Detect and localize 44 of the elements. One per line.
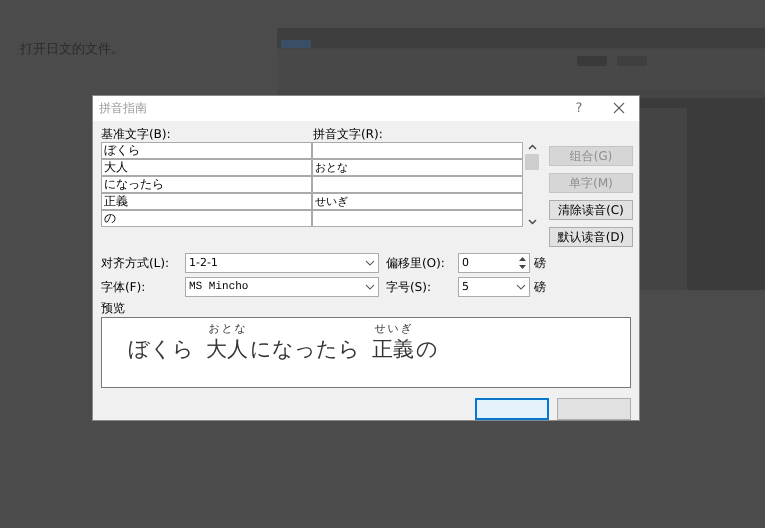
offset-spinner[interactable]: 0 <box>458 252 530 273</box>
side-button[interactable]: 默认读音(D) <box>549 226 633 247</box>
field-label: 字体(F): <box>101 278 146 296</box>
close-icon[interactable] <box>613 102 625 114</box>
ruby-reading: おとな <box>208 322 248 336</box>
field-label: 偏移里(O): <box>385 254 446 272</box>
window-title: 拼音指南 <box>99 100 148 118</box>
chevron-icon <box>516 284 526 290</box>
base-text-cell[interactable]: 正義 <box>101 192 312 210</box>
dialog-button[interactable] <box>475 398 549 420</box>
dialog-button[interactable] <box>557 398 631 420</box>
scroll-up-icon[interactable] <box>528 144 536 150</box>
font-dropdown[interactable]: MS Mincho <box>185 276 379 297</box>
ruby-text-cell[interactable] <box>312 210 523 227</box>
side-button[interactable]: 清除读音(C) <box>549 200 633 220</box>
column-header: 拼音文字(R): <box>313 126 383 142</box>
column-header: 基准文字(B): <box>101 126 172 142</box>
scroll-thumb[interactable] <box>525 154 539 170</box>
spinner-arrows-icon <box>518 256 527 270</box>
unit-label: 磅 <box>534 254 547 272</box>
ruby-text-cell[interactable]: せいぎ <box>312 192 523 210</box>
preview-word: になったら <box>250 336 361 362</box>
ruby-text-cell[interactable] <box>312 176 523 193</box>
chevron-icon <box>365 260 375 266</box>
field-label: 字号(S): <box>385 278 432 296</box>
base-text-cell[interactable]: の <box>101 210 312 227</box>
help-button[interactable]: ? <box>559 98 599 118</box>
base-text-cell[interactable]: 大人 <box>101 158 312 176</box>
size-dropdown[interactable]: 5 <box>458 276 530 297</box>
field-label: 对齐方式(L): <box>101 254 170 272</box>
chevron-icon <box>365 284 375 290</box>
preview-word: 正義 <box>372 336 415 362</box>
base-text-cell[interactable]: ぼくら <box>101 142 312 159</box>
ruby-text-cell[interactable]: おとな <box>312 158 523 176</box>
unit-label: 磅 <box>534 278 547 296</box>
preview-word: ぼくら <box>128 336 195 362</box>
ruby-reading: せいぎ <box>374 322 414 336</box>
preview-word: 大人 <box>206 336 249 362</box>
preview-label: 预览 <box>100 300 126 317</box>
alignment-dropdown[interactable]: 1-2-1 <box>185 252 379 273</box>
scroll-down-icon[interactable] <box>528 218 536 225</box>
ruby-text-cell[interactable] <box>312 142 523 159</box>
base-text-cell[interactable]: になったら <box>101 176 312 193</box>
preview-word: の <box>416 336 439 362</box>
